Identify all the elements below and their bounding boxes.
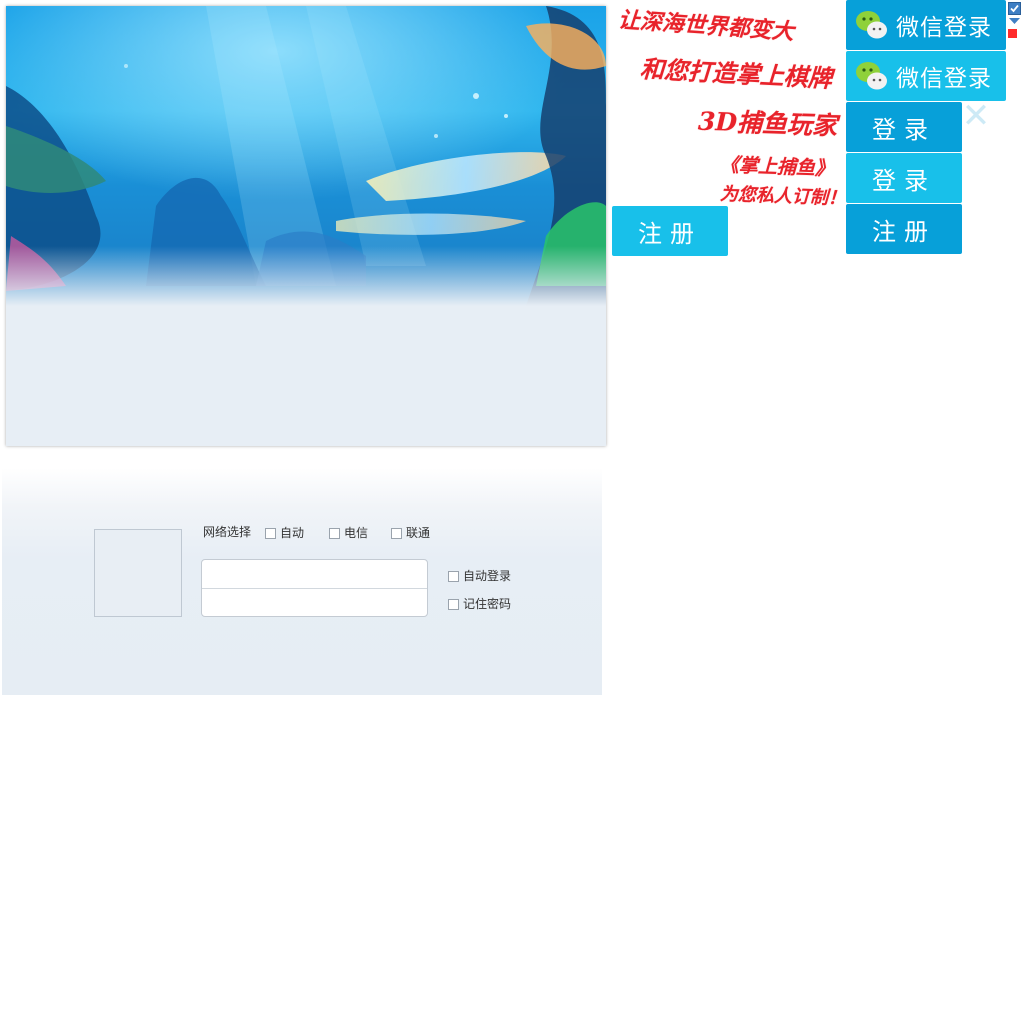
- register-button-1[interactable]: 注册: [612, 206, 728, 256]
- checkbox-icon[interactable]: [448, 598, 459, 610]
- network-option-telecom[interactable]: 电信: [329, 526, 368, 540]
- auto-login-option[interactable]: 自动登录: [448, 569, 511, 583]
- close-icon[interactable]: ✕: [960, 99, 992, 133]
- promo-line-3: 3D捕鱼玩家: [697, 106, 838, 141]
- login-button-2[interactable]: 登录: [846, 153, 962, 203]
- checkbox-icon[interactable]: [329, 527, 340, 539]
- avatar-placeholder: [94, 529, 182, 617]
- username-input[interactable]: [206, 562, 423, 588]
- promo-line-5: 为您私人订制！: [719, 183, 847, 210]
- checkbox-icon[interactable]: [448, 570, 459, 582]
- checkbox-icon[interactable]: [391, 527, 402, 539]
- network-option-label: 自动: [280, 526, 305, 540]
- wechat-icon: [856, 11, 887, 39]
- wechat-login-label: 微信登录: [896, 15, 992, 41]
- auto-login-label: 自动登录: [463, 569, 512, 583]
- checkbox-icon[interactable]: [265, 527, 276, 539]
- remember-password-option[interactable]: 记住密码: [448, 597, 511, 611]
- promo-line-1: 让深海世界都变大: [617, 6, 795, 46]
- ocean-scene-image: [6, 6, 606, 306]
- promo-line-4: 《掌上捕鱼》: [719, 154, 835, 180]
- network-select-label: 网络选择: [203, 525, 252, 539]
- network-option-auto[interactable]: 自动: [265, 526, 304, 540]
- network-option-unicom[interactable]: 联通: [391, 526, 430, 540]
- network-option-label: 电信: [344, 526, 369, 540]
- remember-password-label: 记住密码: [463, 597, 512, 611]
- login-button-1[interactable]: 登录: [846, 102, 962, 152]
- register-label: 注册: [872, 217, 936, 246]
- wechat-login-button-2[interactable]: 微信登录: [846, 51, 1006, 101]
- wechat-login-label: 微信登录: [896, 66, 992, 92]
- password-input[interactable]: [206, 591, 423, 617]
- register-button-2[interactable]: 注册: [846, 204, 962, 254]
- credentials-box: [201, 559, 428, 617]
- credentials-divider: [202, 588, 427, 589]
- wechat-icon: [856, 62, 887, 90]
- checkbox-checked-icon[interactable]: [1008, 2, 1021, 15]
- promo-line-2: 和您打造掌上棋牌: [639, 53, 833, 94]
- login-label: 登录: [872, 166, 936, 195]
- login-label: 登录: [872, 115, 936, 144]
- wechat-login-button-1[interactable]: 微信登录: [846, 0, 1006, 50]
- login-form-panel: 网络选择 自动 电信 联通 自动登录 记住密码: [2, 468, 602, 695]
- register-label: 注册: [638, 219, 702, 248]
- chevron-down-icon[interactable]: [1008, 17, 1021, 26]
- ocean-background-panel: [6, 6, 606, 446]
- network-option-label: 联通: [406, 526, 431, 540]
- red-square-icon: [1008, 29, 1017, 38]
